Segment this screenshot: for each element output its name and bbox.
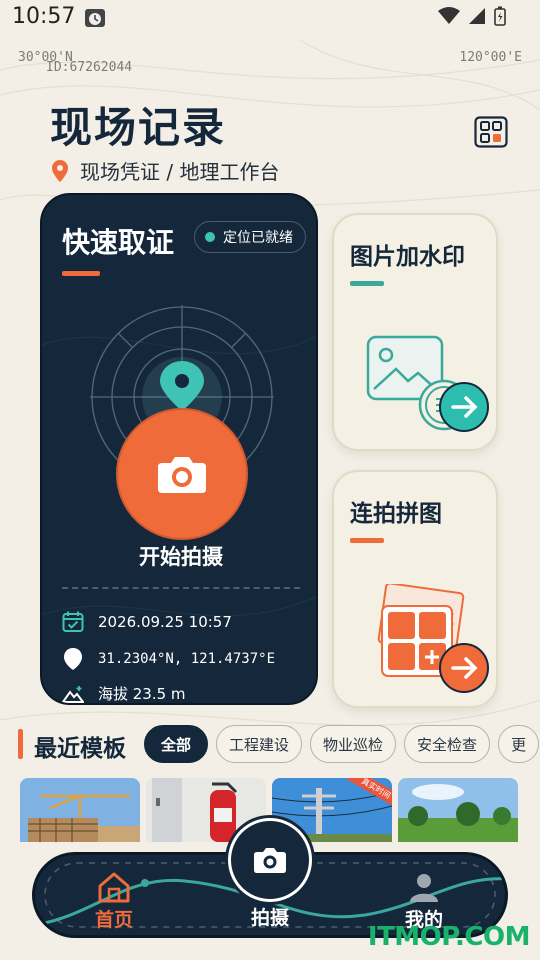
page-title: 现场记录	[50, 103, 227, 152]
nav-home[interactable]: 首页	[95, 871, 133, 932]
nav-home-label: 首页	[95, 909, 134, 931]
quick-evidence-card[interactable]: 快速取证 定位已就绪 开始拍摄 2026.09.25 10:57 31.2304…	[40, 193, 318, 705]
burst-collage-card[interactable]: 连拍拼图	[332, 470, 498, 708]
chip-construction[interactable]: 工程建设	[216, 725, 303, 763]
device-id: ID:67262044	[46, 60, 133, 75]
burst-collage-title: 连拍拼图	[350, 501, 442, 527]
battery-icon	[494, 6, 506, 26]
nav-shoot-button[interactable]	[228, 818, 312, 902]
field-landscape-image	[398, 778, 518, 842]
status-icons	[438, 6, 506, 26]
construction-site-image	[20, 778, 140, 842]
datetime-row: 2026.09.25 10:57	[62, 611, 232, 633]
title-accent-bar	[62, 271, 100, 276]
camera-icon	[254, 848, 286, 873]
page-subtitle: 现场凭证 / 地理工作台	[80, 160, 280, 184]
template-thumb-construction-site[interactable]	[20, 778, 140, 842]
calendar-icon	[62, 611, 84, 632]
home-icon	[98, 872, 130, 903]
chip-safety-check[interactable]: 安全检查	[404, 725, 491, 763]
datetime-value: 2026.09.25 10:57	[98, 613, 232, 631]
map-pin-icon	[64, 648, 82, 670]
camera-icon	[158, 457, 206, 493]
template-thumb-field-landscape[interactable]	[398, 778, 518, 842]
altitude-row: 海拔 23.5 m	[62, 683, 186, 703]
title-accent-bar	[350, 281, 384, 286]
chip-property-inspection[interactable]: 物业巡检	[310, 725, 397, 763]
collage-icon	[377, 584, 489, 693]
start-shooting-label: 开始拍摄	[139, 545, 223, 569]
image-watermark-icon	[366, 335, 489, 432]
qr-scan-icon[interactable]	[474, 116, 508, 148]
chip-more[interactable]: 更	[498, 725, 540, 763]
image-watermark-title: 图片加水印	[350, 244, 465, 270]
template-filter-chips: 全部 工程建设 物业巡检 安全检查 更	[144, 725, 540, 763]
subtitle-row: 现场凭证 / 地理工作台	[52, 156, 279, 185]
status-time: 10:57	[12, 4, 76, 29]
start-shooting-button[interactable]	[116, 408, 248, 540]
chip-all[interactable]: 全部	[144, 725, 209, 763]
nav-shoot-label: 拍摄	[250, 907, 289, 929]
mountain-icon	[62, 685, 84, 703]
coordinates-value: 31.2304°N, 121.4737°E	[98, 651, 276, 667]
alarm-icon	[85, 9, 105, 27]
status-bar: 10:57	[0, 0, 540, 38]
recent-templates-title: 最近模板	[34, 736, 126, 762]
coordinates-row: 31.2304°N, 121.4737°E	[62, 647, 275, 671]
altitude-value: 海拔 23.5 m	[98, 685, 186, 703]
location-ready-dot	[205, 232, 215, 242]
location-pin-icon	[52, 159, 68, 182]
longitude-label: 120°00'E	[459, 50, 522, 65]
divider	[62, 587, 300, 589]
image-watermark-card[interactable]: 图片加水印	[332, 213, 498, 451]
signal-icon	[469, 8, 485, 24]
site-watermark: ITMOP.COM	[367, 922, 531, 952]
wifi-icon	[438, 7, 460, 24]
location-status-text: 定位已就绪	[223, 230, 293, 246]
quick-evidence-title: 快速取证	[62, 226, 175, 259]
location-status-pill: 定位已就绪	[194, 221, 306, 253]
user-icon	[410, 874, 438, 902]
title-accent-bar	[350, 538, 384, 543]
section-accent-bar	[18, 729, 23, 759]
